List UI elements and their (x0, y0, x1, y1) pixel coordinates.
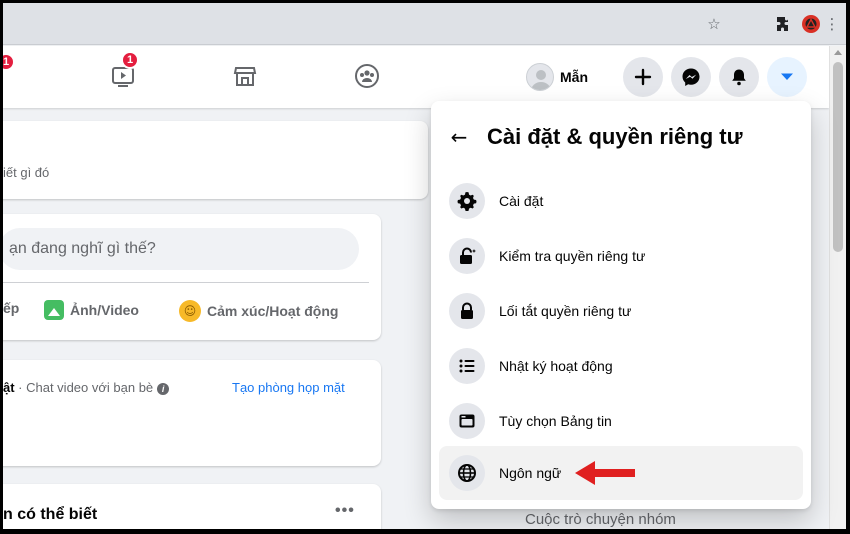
post-composer-input[interactable]: ạn đang nghĩ gì thế? (3, 228, 359, 270)
room-card: ật · Chat video với bạn bè i Tạo phòng họ… (3, 360, 381, 466)
bell-icon (732, 69, 746, 86)
menu-item-label: Kiểm tra quyền riêng tư (499, 248, 646, 264)
suggestions-title: n có thể biết (3, 506, 98, 523)
facebook-top-nav: 1 1 Mẫn (3, 46, 829, 108)
room-title: ật · Chat video với bạn bè i (3, 380, 173, 395)
divider (3, 282, 369, 283)
profile-shortcut[interactable]: Mẫn (522, 59, 598, 95)
nav-tab-groups[interactable] (343, 56, 391, 96)
marketplace-store-icon (233, 67, 257, 86)
account-menu-button[interactable] (767, 57, 807, 97)
feeling-label: Cảm xúc/Hoạt động (207, 303, 339, 319)
messenger-button[interactable] (671, 57, 711, 97)
status-card: iết gì đó (3, 121, 428, 199)
menu-item-settings[interactable]: Cài đặt (439, 174, 803, 228)
browser-profile-icon[interactable] (800, 13, 822, 35)
settings-privacy-dropdown: ← Cài đặt & quyền riêng tư Cài đặt Kiểm … (431, 101, 811, 509)
page-scrollbar[interactable] (829, 46, 846, 529)
menu-item-label: Cài đặt (499, 193, 544, 209)
scroll-up-arrow-icon[interactable] (834, 50, 842, 55)
profile-name: Mẫn (560, 69, 588, 85)
menu-item-label: Ngôn ngữ (499, 465, 562, 481)
extensions-puzzle-icon[interactable] (773, 13, 795, 35)
info-icon[interactable]: i (157, 383, 170, 395)
messenger-icon (682, 68, 700, 86)
nav-tab-marketplace[interactable] (221, 56, 269, 96)
photo-video-label: Ảnh/Video (70, 302, 139, 318)
menu-item-language[interactable]: Ngôn ngữ (439, 446, 803, 500)
menu-item-label: Tùy chọn Bảng tin (499, 413, 612, 429)
plus-icon (634, 68, 652, 86)
scroll-thumb[interactable] (833, 62, 843, 252)
screen: ☆ ⋮ 1 1 Mẫn iết gì đó ạn đang nghĩ gì th… (3, 3, 846, 529)
live-video-label: ếp (3, 300, 20, 316)
list-icon (449, 348, 485, 384)
feed-icon (449, 403, 485, 439)
groups-icon (355, 64, 379, 88)
live-video-action[interactable]: ếp (3, 300, 19, 316)
composer-card: ạn đang nghĩ gì thế? ếp Ảnh/Video ☺ Cảm … (3, 214, 381, 340)
watch-badge: 1 (121, 51, 139, 69)
dropdown-title: Cài đặt & quyền riêng tư (487, 124, 743, 149)
gear-icon (449, 183, 485, 219)
room-title-rest: · Chat video với bạn bè (14, 380, 154, 395)
avatar (526, 63, 554, 91)
notification-badge: 1 (3, 53, 15, 71)
caret-down-icon (781, 73, 793, 80)
menu-item-label: Lối tắt quyền riêng tư (499, 303, 632, 319)
red-arrow-annotation-icon (575, 461, 636, 485)
menu-item-privacy-shortcuts[interactable]: Lối tắt quyền riêng tư (439, 284, 803, 338)
room-title-bold: ật (3, 380, 15, 395)
dropdown-header: ← Cài đặt & quyền riêng tư (445, 123, 743, 151)
photo-video-action[interactable]: Ảnh/Video (44, 300, 139, 320)
composer-placeholder: ạn đang nghĩ gì thế? (9, 240, 156, 257)
more-options-icon[interactable]: ••• (335, 502, 355, 520)
create-button[interactable] (623, 57, 663, 97)
menu-item-label: Nhật ký hoạt động (499, 358, 613, 374)
back-arrow-icon[interactable]: ← (445, 123, 473, 151)
group-chats-heading: Cuộc trò chuyện nhóm (525, 511, 676, 528)
lock-sparkle-icon (449, 238, 485, 274)
photo-icon (44, 300, 64, 320)
suggestions-card: n có thể biết ••• (3, 484, 381, 529)
smiley-icon: ☺ (179, 300, 201, 322)
create-room-link[interactable]: Tạo phòng họp mặt (232, 380, 345, 395)
menu-item-activity-log[interactable]: Nhật ký hoạt động (439, 339, 803, 393)
globe-icon (449, 455, 485, 491)
browser-toolbar: ☆ ⋮ (3, 3, 846, 45)
browser-menu-icon[interactable]: ⋮ (821, 13, 843, 35)
lock-icon (449, 293, 485, 329)
notifications-button[interactable] (719, 57, 759, 97)
status-hint: iết gì đó (3, 165, 50, 180)
bookmark-star-icon[interactable]: ☆ (703, 13, 725, 35)
menu-item-privacy-checkup[interactable]: Kiểm tra quyền riêng tư (439, 229, 803, 283)
feeling-activity-action[interactable]: ☺ Cảm xúc/Hoạt động (179, 300, 338, 322)
menu-item-news-feed-preferences[interactable]: Tùy chọn Bảng tin (439, 394, 803, 448)
